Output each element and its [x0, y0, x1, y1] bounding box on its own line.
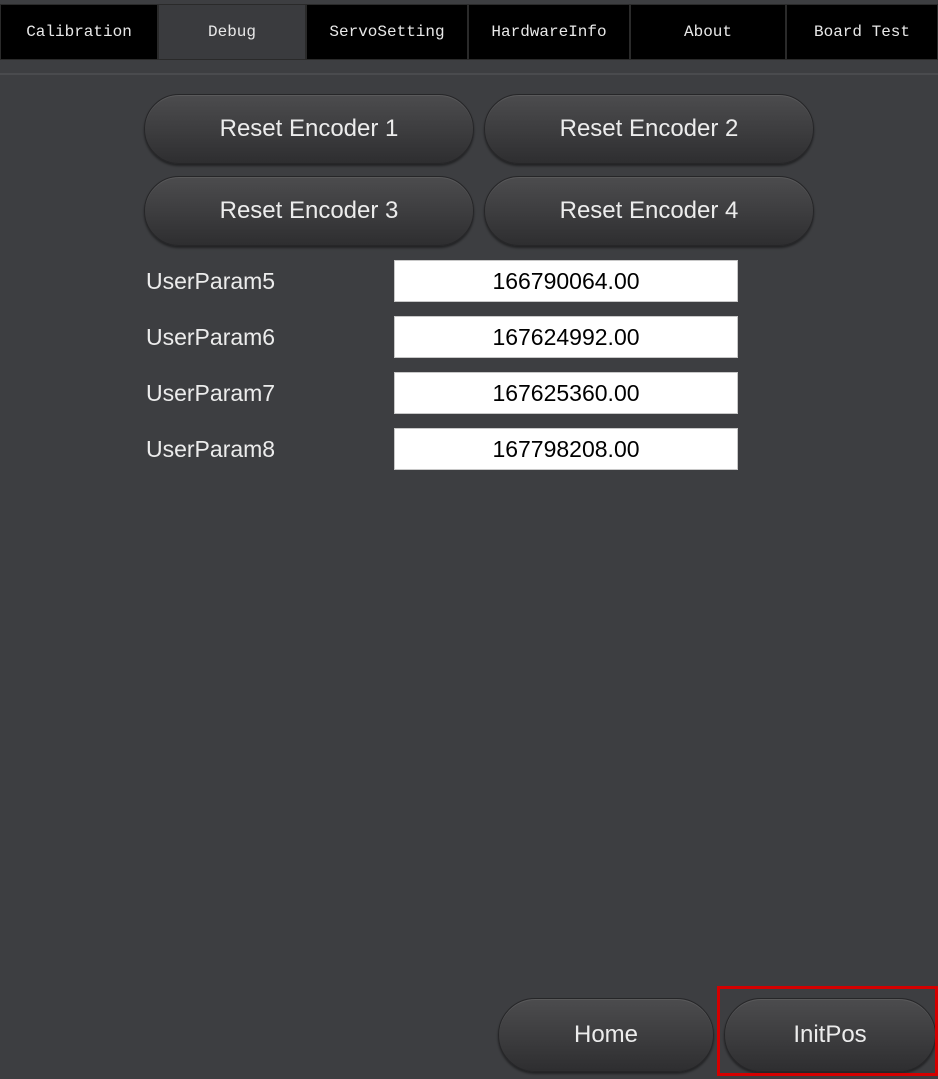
- tab-divider: [0, 73, 938, 75]
- userparam6-label: UserParam6: [146, 324, 276, 350]
- tab-board-test[interactable]: Board Test: [786, 4, 938, 60]
- tab-calibration[interactable]: Calibration: [0, 4, 158, 60]
- userparam8-field[interactable]: [394, 428, 738, 470]
- reset-encoder-2-button[interactable]: Reset Encoder 2: [484, 94, 814, 164]
- debug-panel: Calibration Debug ServoSetting HardwareI…: [0, 0, 938, 1079]
- reset-encoder-3-button[interactable]: Reset Encoder 3: [144, 176, 474, 246]
- reset-encoder-4-button[interactable]: Reset Encoder 4: [484, 176, 814, 246]
- userparam8-label: UserParam8: [146, 436, 276, 462]
- home-button[interactable]: Home: [498, 998, 714, 1072]
- tab-hardwareinfo[interactable]: HardwareInfo: [468, 4, 630, 60]
- userparam5-field[interactable]: [394, 260, 738, 302]
- userparam7-label: UserParam7: [146, 380, 276, 406]
- tab-servosetting[interactable]: ServoSetting: [306, 4, 468, 60]
- userparam5-label: UserParam5: [146, 268, 276, 294]
- userparam6-field[interactable]: [394, 316, 738, 358]
- reset-encoder-1-button[interactable]: Reset Encoder 1: [144, 94, 474, 164]
- tab-about[interactable]: About: [630, 4, 786, 60]
- tab-bar: Calibration Debug ServoSetting HardwareI…: [0, 0, 938, 68]
- userparam7-field[interactable]: [394, 372, 738, 414]
- tab-debug[interactable]: Debug: [158, 4, 306, 60]
- initpos-button[interactable]: InitPos: [724, 998, 936, 1072]
